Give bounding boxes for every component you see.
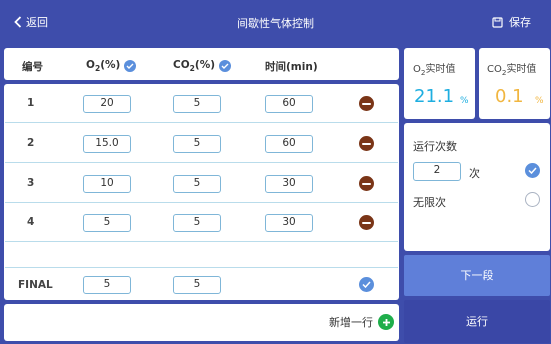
plus-icon: [378, 314, 394, 330]
o2-input[interactable]: 20: [83, 95, 131, 113]
row-divider: [5, 202, 398, 203]
column-header-o2: O2(%): [86, 59, 137, 73]
co2-unit: %: [535, 96, 544, 106]
row-divider: [5, 267, 398, 268]
row-divider: [5, 122, 398, 123]
add-row-label: 新增一行: [329, 316, 373, 329]
delete-row-button[interactable]: [359, 136, 374, 151]
check-icon[interactable]: [124, 60, 137, 73]
run-count-radio-selected[interactable]: [525, 163, 540, 178]
time-input[interactable]: 30: [265, 214, 313, 232]
column-header-co2: CO2(%): [173, 59, 232, 73]
page-title: 间歇性气体控制: [237, 17, 314, 30]
final-check-icon[interactable]: [359, 277, 374, 292]
save-button[interactable]: 保存: [492, 14, 531, 30]
time-input[interactable]: 60: [265, 95, 313, 113]
o2-realtime-card: O2实时值 21.1 %: [404, 48, 475, 119]
o2-unit: %: [460, 96, 469, 106]
co2-realtime-card: CO2实时值 0.1 %: [479, 48, 550, 119]
unlimited-label: 无限次: [413, 196, 446, 209]
time-input[interactable]: 30: [265, 175, 313, 193]
add-row-button[interactable]: 新增一行: [329, 314, 394, 330]
next-segment-label: 下一段: [460, 269, 494, 282]
o2-input[interactable]: 15.0: [83, 135, 131, 153]
co2-realtime-label: CO2实时值: [487, 64, 537, 77]
delete-row-button[interactable]: [359, 215, 374, 230]
row-label: 2: [27, 137, 35, 149]
save-icon: [492, 16, 503, 28]
run-count-title: 运行次数: [413, 140, 457, 153]
o2-realtime-value: 21.1: [414, 86, 455, 107]
final-co2-input[interactable]: 5: [173, 276, 221, 294]
delete-row-button[interactable]: [359, 96, 374, 111]
row-label: 1: [27, 97, 35, 109]
column-header-time: 时间(min): [265, 61, 318, 73]
o2-input[interactable]: 5: [83, 214, 131, 232]
final-label: FINAL: [18, 279, 53, 291]
top-bar: 返回 间歇性气体控制 保存: [0, 0, 551, 44]
run-count-unit: 次: [469, 167, 480, 180]
co2-input[interactable]: 5: [173, 95, 221, 113]
o2-input[interactable]: 10: [83, 175, 131, 193]
save-label: 保存: [509, 16, 531, 29]
run-count-input[interactable]: 2: [413, 162, 461, 181]
run-button[interactable]: 运行: [404, 300, 550, 343]
row-divider: [5, 162, 398, 163]
row-label: 4: [27, 216, 35, 228]
co2-input[interactable]: 5: [173, 214, 221, 232]
row-divider: [5, 241, 398, 242]
co2-realtime-value: 0.1: [495, 86, 524, 107]
column-header-id: 编号: [22, 61, 43, 73]
run-label: 运行: [466, 315, 488, 328]
co2-input[interactable]: 5: [173, 135, 221, 153]
time-input[interactable]: 60: [265, 135, 313, 153]
row-label: 3: [27, 177, 35, 189]
delete-row-button[interactable]: [359, 176, 374, 191]
co2-input[interactable]: 5: [173, 175, 221, 193]
next-segment-button[interactable]: 下一段: [404, 255, 550, 296]
final-o2-input[interactable]: 5: [83, 276, 131, 294]
o2-realtime-label: O2实时值: [413, 64, 456, 77]
unlimited-radio[interactable]: [525, 192, 540, 207]
check-icon[interactable]: [219, 60, 232, 73]
